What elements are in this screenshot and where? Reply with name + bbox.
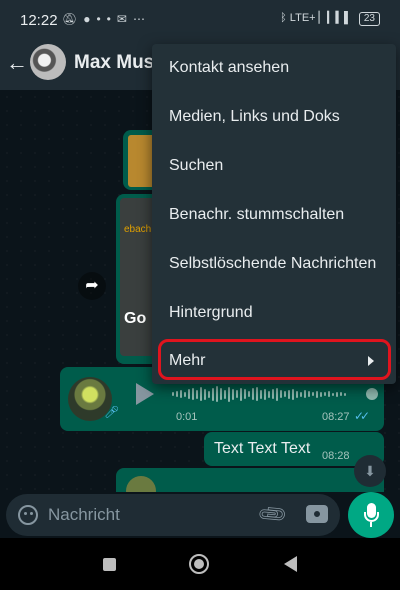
more-icon: ⋯ xyxy=(132,12,151,26)
waveform-bar xyxy=(312,392,314,396)
waveform-bar xyxy=(316,390,318,398)
scroll-down-button[interactable]: ⬇︎ xyxy=(354,455,386,487)
attach-icon[interactable]: 📎︎ xyxy=(255,497,291,532)
map-logo: Go xyxy=(124,310,147,327)
chat-bubble-icon: ● xyxy=(83,12,97,26)
waveform-bar xyxy=(188,389,190,399)
contact-avatar[interactable] xyxy=(30,44,66,80)
waveform-bar xyxy=(268,390,270,398)
signal-icon: ▏▎▍▌ xyxy=(318,12,352,24)
waveform-bar xyxy=(308,391,310,397)
dots-icon: •• xyxy=(96,12,117,26)
nav-back-icon[interactable] xyxy=(284,556,297,572)
menu-item-hintergrund[interactable]: Hintergrund xyxy=(152,289,396,337)
waveform-bar xyxy=(196,389,198,399)
waveform-bar xyxy=(220,388,222,400)
waveform-bar xyxy=(200,387,202,401)
waveform-bar xyxy=(292,388,294,400)
waveform-bar xyxy=(260,389,262,399)
waveform-bar xyxy=(176,391,178,397)
message-input[interactable] xyxy=(48,505,248,525)
mic-icon: 🎤︎ xyxy=(104,405,120,419)
waveform-bar xyxy=(336,391,338,397)
waveform-bar xyxy=(192,388,194,400)
voice-record-button[interactable] xyxy=(348,492,394,538)
highlight-frame xyxy=(158,339,391,380)
menu-item-suchen[interactable]: Suchen xyxy=(152,142,396,190)
waveform-bar xyxy=(340,392,342,396)
waveform-bar xyxy=(276,387,278,401)
waveform-bar xyxy=(256,387,258,401)
waveform-bar xyxy=(248,391,250,397)
waveform-bar xyxy=(236,390,238,398)
waveform-bar xyxy=(172,392,174,396)
menu-item-kontakt-ansehen[interactable]: Kontakt ansehen xyxy=(152,44,396,92)
waveform-bar xyxy=(344,392,346,396)
forward-icon[interactable]: ➦ xyxy=(78,272,106,300)
waveform-bar xyxy=(244,389,246,399)
read-ticks-icon: ✓✓ xyxy=(354,409,370,423)
waveform-bar xyxy=(184,391,186,397)
system-nav-bar xyxy=(0,538,400,590)
waveform-bar xyxy=(324,392,326,396)
recents-icon[interactable] xyxy=(103,558,116,571)
mute-bell-icon: 🔕︎ xyxy=(62,12,84,26)
emoji-icon[interactable] xyxy=(18,505,38,525)
message-composer: 📎︎ xyxy=(6,494,340,536)
playback-handle[interactable] xyxy=(366,388,378,400)
waveform-bar xyxy=(300,391,302,397)
menu-item-medien[interactable]: Medien, Links und Doks xyxy=(152,93,396,141)
message-text: Text Text Text xyxy=(214,440,311,457)
mail-icon: ✉ xyxy=(116,12,133,26)
menu-item-stummschalten[interactable]: Benachr. stummschalten xyxy=(152,191,396,239)
waveform-bar xyxy=(228,386,230,402)
waveform-bar xyxy=(304,390,306,398)
waveform[interactable] xyxy=(172,385,372,403)
waveform-bar xyxy=(288,389,290,399)
waveform-bar xyxy=(224,389,226,399)
bluetooth-icon: ᛒ xyxy=(280,12,287,24)
waveform-bar xyxy=(332,392,334,396)
waveform-bar xyxy=(204,388,206,400)
camera-icon[interactable] xyxy=(306,505,328,523)
waveform-bar xyxy=(252,388,254,400)
waveform-bar xyxy=(320,391,322,397)
waveform-bar xyxy=(216,386,218,402)
home-icon[interactable] xyxy=(189,554,209,574)
waveform-bar xyxy=(272,389,274,399)
map-label: ebach xyxy=(124,224,152,235)
status-bar: 12:22 🔕︎●••✉⋯ ᛒ LTE+ ▏▎▍▌ 23 xyxy=(0,0,400,40)
waveform-bar xyxy=(284,391,286,397)
waveform-bar xyxy=(264,388,266,400)
waveform-bar xyxy=(240,387,242,401)
status-time: 12:22 xyxy=(20,12,58,29)
back-arrow-icon[interactable]: ← xyxy=(6,50,28,76)
waveform-bar xyxy=(180,390,182,398)
status-notification-icons: 🔕︎●••✉⋯ xyxy=(62,12,151,26)
play-icon[interactable] xyxy=(136,383,154,405)
waveform-bar xyxy=(296,390,298,398)
waveform-bar xyxy=(212,387,214,401)
network-type: LTE+ xyxy=(289,12,316,24)
waveform-bar xyxy=(328,391,330,397)
waveform-bar xyxy=(232,388,234,400)
composer: 📎︎ xyxy=(0,492,400,538)
overflow-menu: Kontakt ansehen Medien, Links und Doks S… xyxy=(152,44,396,384)
waveform-bar xyxy=(208,390,210,398)
battery-icon: 23 xyxy=(358,12,380,26)
status-right: ᛒ LTE+ ▏▎▍▌ 23 xyxy=(280,11,380,26)
voice-duration: 0:01 xyxy=(176,411,198,423)
message-time: 08:27 xyxy=(322,411,350,423)
message-time: 08:28 xyxy=(322,450,350,462)
waveform-bar xyxy=(280,390,282,398)
contact-name[interactable]: Max Must xyxy=(74,52,161,74)
menu-item-selbstloeschend[interactable]: Selbstlöschende Nachrichten xyxy=(152,240,396,288)
